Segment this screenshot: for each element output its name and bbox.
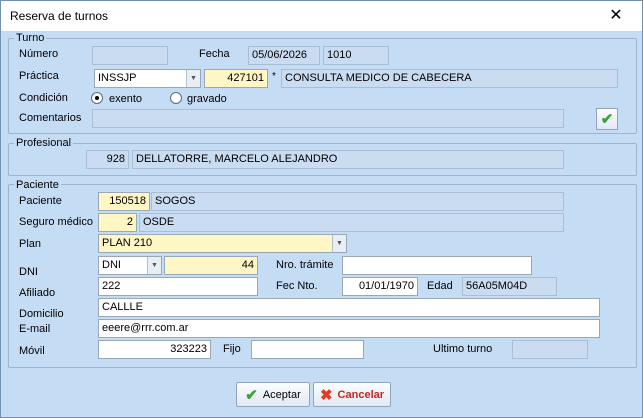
edad-field: 56A05M04D (462, 277, 557, 296)
hora-field: 1010 (323, 46, 389, 65)
cancelar-label: Cancelar (337, 388, 385, 401)
aceptar-button[interactable]: ✔ Aceptar (236, 382, 310, 407)
practica-combo-value: INSSJP (98, 72, 137, 84)
comentarios-field[interactable] (92, 109, 564, 128)
paciente-label: Paciente (19, 195, 62, 207)
chevron-down-icon[interactable]: ▼ (332, 235, 346, 252)
fijo-input[interactable] (251, 340, 364, 359)
exento-label: exento (109, 93, 143, 105)
practica-required-marker: * (272, 71, 276, 82)
check-icon: ✔ (600, 111, 614, 128)
domicilio-label: Domicilio (19, 308, 64, 320)
seguro-label: Seguro médico (19, 216, 93, 228)
tramite-label: Nro. trámite (276, 259, 334, 271)
exento-radio[interactable] (91, 92, 103, 104)
movil-label: Móvil (19, 345, 45, 357)
ultimo-turno-field (512, 340, 588, 359)
chevron-down-icon[interactable]: ▼ (186, 70, 200, 87)
title-bar: Reserva de turnos ✕ (1, 1, 642, 32)
email-label: E-mail (19, 323, 51, 335)
paciente-legend: Paciente (14, 179, 61, 191)
gravado-label: gravado (187, 93, 227, 105)
profesional-name-field: DELLATORRE, MARCELO ALEJANDRO (132, 150, 564, 169)
fecnto-input[interactable]: 01/01/1970 (342, 277, 418, 296)
confirm-comment-button[interactable]: ✔ (596, 108, 618, 130)
cross-icon: ✖ (319, 386, 333, 404)
afiliado-input[interactable]: 222 (98, 277, 258, 296)
afiliado-label: Afiliado (19, 287, 56, 299)
fecnto-label: Fec Nto. (276, 280, 318, 292)
fecha-field: 05/06/2026 (248, 46, 320, 65)
dni-type-combo[interactable]: DNI ▼ (98, 256, 162, 275)
aceptar-label: Aceptar (262, 388, 301, 401)
condicion-label: Condición (19, 92, 68, 104)
plan-label: Plan (19, 238, 42, 250)
domicilio-input[interactable]: CALLLE (98, 298, 600, 317)
ultimo-turno-label: Ultimo turno (433, 343, 493, 355)
seguro-code-input[interactable]: 2 (98, 213, 137, 232)
profesional-code-field: 928 (86, 150, 129, 169)
practica-code-input[interactable]: 427101 (204, 69, 268, 88)
cancelar-button[interactable]: ✖ Cancelar (313, 382, 391, 407)
practica-desc-field: CONSULTA MEDICO DE CABECERA (281, 69, 618, 88)
numero-label: Número (19, 48, 59, 60)
dni-type-value: DNI (102, 259, 121, 271)
paciente-name-field: SOGOS (151, 192, 564, 211)
check-icon: ✔ (245, 386, 258, 404)
plan-combo-value: PLAN 210 (102, 237, 153, 249)
dni-label: DNI (19, 266, 38, 278)
plan-combo[interactable]: PLAN 210 ▼ (98, 234, 347, 253)
edad-label: Edad (427, 280, 453, 292)
tramite-input[interactable] (342, 256, 532, 275)
reserva-dialog: Reserva de turnos ✕ Turno Número Fecha 0… (0, 0, 643, 418)
practica-label: Práctica (19, 70, 59, 82)
gravado-radio[interactable] (170, 92, 182, 104)
fecha-label: Fecha (199, 48, 230, 60)
chevron-down-icon[interactable]: ▼ (147, 257, 161, 274)
paciente-code-input[interactable]: 150518 (98, 192, 150, 211)
movil-input[interactable]: 323223 (98, 340, 211, 359)
comentarios-label: Comentarios (19, 112, 82, 124)
dni-number-input[interactable]: 44 (164, 256, 258, 275)
turno-legend: Turno (14, 32, 47, 44)
fijo-label: Fijo (223, 343, 241, 355)
window-title: Reserva de turnos (10, 9, 109, 23)
practica-combo[interactable]: INSSJP ▼ (94, 69, 201, 88)
email-input[interactable]: eeere@rrr.com.ar (98, 319, 600, 338)
close-icon[interactable]: ✕ (606, 7, 626, 25)
profesional-legend: Profesional (14, 137, 74, 149)
seguro-name-field: OSDE (139, 213, 564, 232)
numero-field (92, 46, 168, 65)
